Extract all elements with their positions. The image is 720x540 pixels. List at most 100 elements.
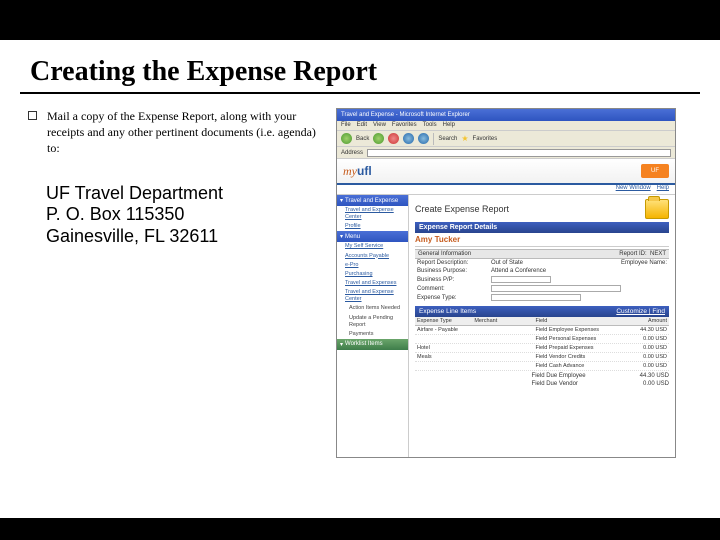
folder-icon <box>645 199 669 219</box>
ie-toolbar: Back Search ★ Favorites <box>337 131 675 147</box>
th-merchant: Merchant <box>472 317 533 325</box>
stop-icon[interactable] <box>388 133 399 144</box>
select-exp-type[interactable] <box>491 294 581 301</box>
table-row[interactable]: Airfare - Payable Field Employee Expense… <box>415 326 669 335</box>
sidebar-item-self-service[interactable]: My Self Service <box>337 242 408 251</box>
uf-badge-icon: UF <box>641 164 669 178</box>
totals-row-due-employee: Field Due Employee 44.30 USD <box>415 373 669 379</box>
address-line-3: Gainesville, FL 32611 <box>46 226 328 248</box>
home-icon[interactable] <box>418 133 429 144</box>
sidebar-item-profile[interactable]: Profile <box>337 222 408 231</box>
val-biz-purpose: Attend a Conference <box>491 268 546 274</box>
menu-favorites[interactable]: Favorites <box>392 122 417 129</box>
bullet-box-icon <box>28 111 37 120</box>
link-help[interactable]: Help <box>657 185 669 194</box>
menu-view[interactable]: View <box>373 122 386 129</box>
bullet-item: Mail a copy of the Expense Report, along… <box>28 108 328 157</box>
form-general: Report Description: Out of State Employe… <box>415 259 669 302</box>
embedded-browser-window: Travel and Expense - Microsoft Internet … <box>336 108 676 458</box>
val-due-employee: 44.30 USD <box>625 373 669 379</box>
address-input[interactable] <box>367 149 671 157</box>
sidebar-item-epro[interactable]: e-Pro <box>337 261 408 270</box>
portal-logo: myufl <box>343 164 372 179</box>
lbl-report-desc: Report Description: <box>417 260 487 266</box>
section-general-info: General Information Report ID: NEXT <box>415 249 669 259</box>
portal-header: myufl UF <box>337 159 675 185</box>
sidebar-item-purchasing[interactable]: Purchasing <box>337 270 408 279</box>
table-row[interactable]: Field Cash Advance 0.00 USD <box>415 362 669 371</box>
sidebar-sub-update[interactable]: Update a Pending Report <box>337 314 408 330</box>
link-new-window[interactable]: New Window <box>616 185 651 194</box>
input-comment[interactable] <box>491 285 621 292</box>
title-underline <box>20 92 700 94</box>
chevron-down-icon: ▾ <box>340 341 343 348</box>
ie-address-bar: Address <box>337 147 675 159</box>
lbl-comment: Comment: <box>417 286 487 292</box>
page-title: Create Expense Report <box>415 204 509 214</box>
left-column: Mail a copy of the Expense Report, along… <box>28 108 336 458</box>
portal-main: Create Expense Report Expense Report Det… <box>409 195 675 457</box>
logo-ufl: ufl <box>357 164 372 178</box>
expense-lines-label: Expense Line Items <box>419 308 476 315</box>
back-label[interactable]: Back <box>356 136 369 142</box>
input-biz-pp[interactable] <box>491 276 551 283</box>
section-bar-lines: Expense Line Items Customize | Find <box>415 306 669 317</box>
forward-icon[interactable] <box>373 133 384 144</box>
sidebar-header-worklist[interactable]: ▾ Worklist Items <box>337 339 408 350</box>
sidebar-header-travel-label: Travel and Expense <box>345 198 398 204</box>
val-due-vendor: 0.00 USD <box>625 381 669 387</box>
gen-info-label: General Information <box>418 251 471 257</box>
address-label: Address <box>341 150 363 156</box>
bullet-text: Mail a copy of the Expense Report, along… <box>47 108 328 157</box>
th-expense-type: Expense Type <box>415 317 472 325</box>
ie-titlebar: Travel and Expense - Microsoft Internet … <box>337 109 675 121</box>
report-id: Report ID: NEXT <box>619 251 666 257</box>
sidebar-sub-action[interactable]: Action Items Needed <box>337 304 408 313</box>
logo-my: my <box>343 164 357 178</box>
tab-employee-name[interactable]: Amy Tucker <box>415 235 669 247</box>
menu-edit[interactable]: Edit <box>357 122 367 129</box>
th-field: Field <box>533 317 626 325</box>
chevron-down-icon: ▾ <box>340 197 343 204</box>
ie-title-text: Travel and Expense - Microsoft Internet … <box>341 112 470 118</box>
address-line-1: UF Travel Department <box>46 183 328 205</box>
table-row[interactable]: Meals Field Vendor Credits 0.00 USD <box>415 353 669 362</box>
sidebar-header-worklist-label: Worklist Items <box>345 341 383 347</box>
chevron-down-icon: ▾ <box>340 233 343 240</box>
search-label[interactable]: Search <box>438 136 457 142</box>
favorites-label[interactable]: Favorites <box>473 136 498 142</box>
totals-row-due-vendor: Field Due Vendor 0.00 USD <box>415 381 669 387</box>
lbl-due-employee: Field Due Employee <box>532 373 626 379</box>
link-customize-find[interactable]: Customize | Find <box>616 308 665 315</box>
sidebar-sub-payments[interactable]: Payments <box>337 330 408 339</box>
lbl-due-vendor: Field Due Vendor <box>532 381 626 387</box>
sidebar-header-menu[interactable]: ▾ Menu <box>337 231 408 242</box>
slide-title: Creating the Expense Report <box>0 40 720 92</box>
sidebar-header-travel[interactable]: ▾ Travel and Expense <box>337 195 408 206</box>
th-amount: Amount <box>627 317 669 325</box>
portal-utility-links: New Window Help <box>337 185 675 195</box>
table-row[interactable]: Field Personal Expenses 0.00 USD <box>415 335 669 344</box>
section-bar-details: Expense Report Details <box>415 222 669 233</box>
menu-file[interactable]: File <box>341 122 351 129</box>
sidebar-header-menu-label: Menu <box>345 234 360 240</box>
address-line-2: P. O. Box 115350 <box>46 204 328 226</box>
favorites-icon[interactable]: ★ <box>461 134 468 143</box>
lbl-exp-type: Expense Type: <box>417 295 487 301</box>
sidebar-item-tec[interactable]: Travel and Expense Center <box>337 288 408 304</box>
back-icon[interactable] <box>341 133 352 144</box>
table-header: Expense Type Merchant Field Amount <box>415 317 669 326</box>
lbl-employee-name: Employee Name: <box>621 260 667 266</box>
sidebar-item-te-center[interactable]: Travel and Expense Center <box>337 206 408 222</box>
ie-menubar: File Edit View Favorites Tools Help <box>337 121 675 131</box>
lbl-biz-purpose: Business Purpose: <box>417 268 487 274</box>
refresh-icon[interactable] <box>403 133 414 144</box>
menu-help[interactable]: Help <box>443 122 455 129</box>
sidebar-item-ap[interactable]: Accounts Payable <box>337 252 408 261</box>
menu-tools[interactable]: Tools <box>423 122 437 129</box>
toolbar-separator <box>433 133 434 145</box>
val-report-desc: Out of State <box>491 260 523 266</box>
sidebar-item-te[interactable]: Travel and Expenses <box>337 279 408 288</box>
portal-sidebar: ▾ Travel and Expense Travel and Expense … <box>337 195 409 457</box>
table-row[interactable]: Hotel Field Prepaid Expenses 0.00 USD <box>415 344 669 353</box>
